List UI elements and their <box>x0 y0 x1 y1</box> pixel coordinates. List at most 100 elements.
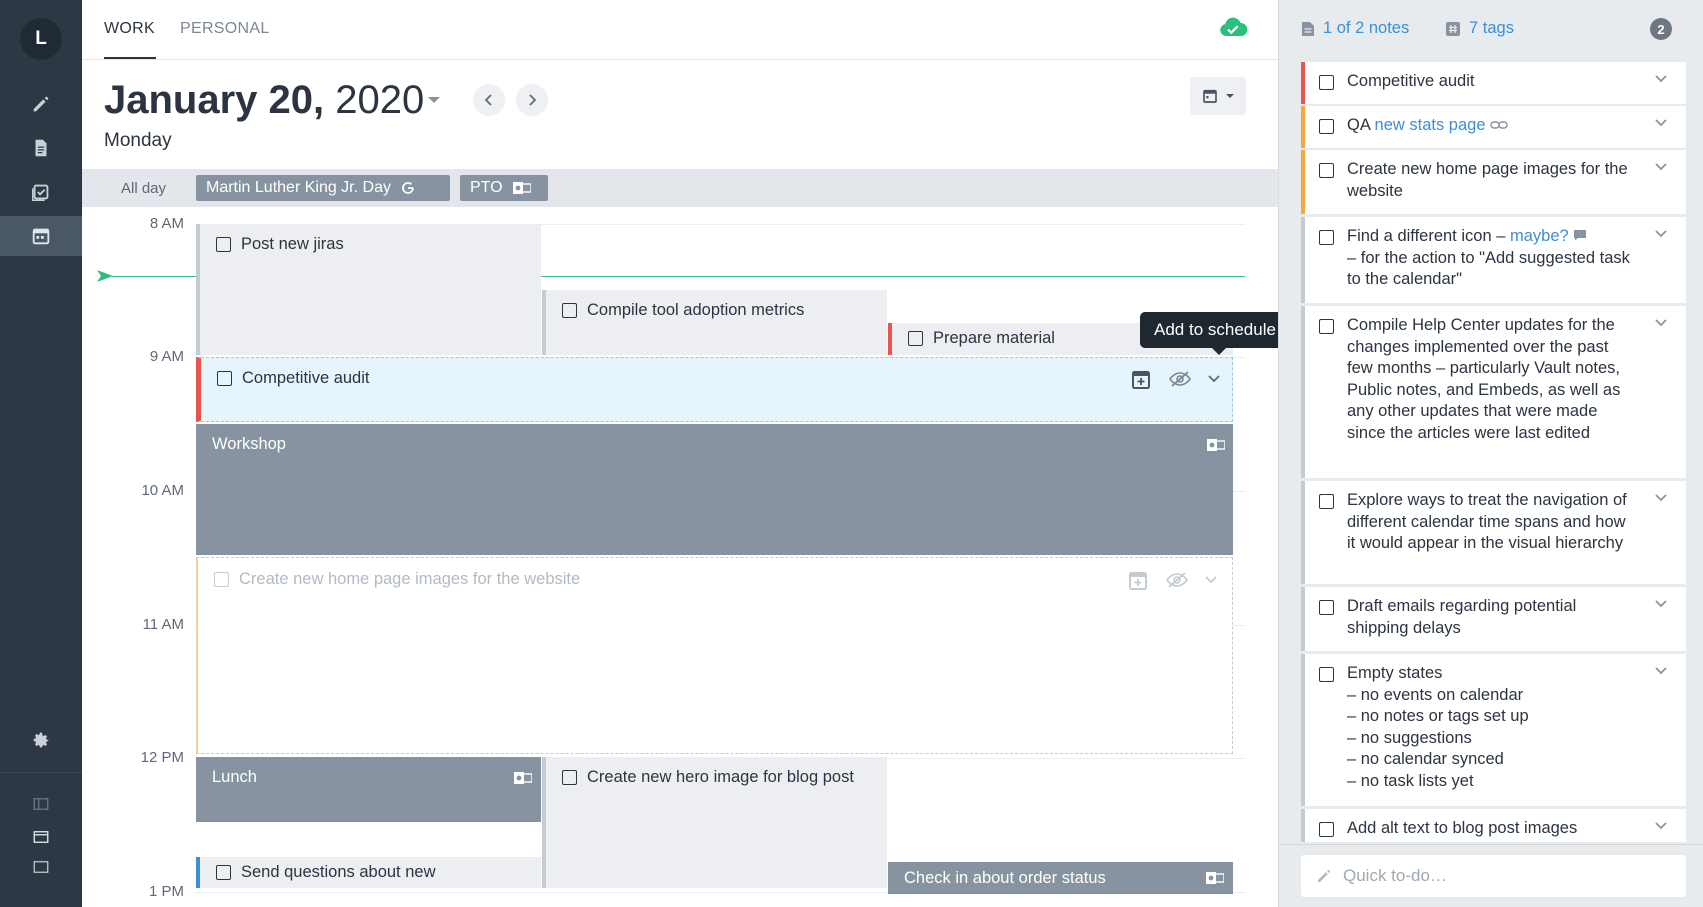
notes-nav-button[interactable] <box>0 128 82 168</box>
tasks-nav-button[interactable] <box>0 172 82 212</box>
add-to-schedule-icon[interactable] <box>1128 569 1148 591</box>
todo-inline-link[interactable]: new stats page <box>1375 116 1486 134</box>
chevron-left-icon <box>484 94 492 106</box>
tab-bar: WORK PERSONAL <box>82 0 1278 60</box>
comment-icon <box>1574 230 1587 241</box>
todo-item[interactable]: Competitive audit <box>1301 62 1686 104</box>
task-event-hero-image[interactable]: Create new hero image for blog post <box>542 757 887 888</box>
task-event-compile-tool[interactable]: Compile tool adoption metrics <box>542 290 887 355</box>
todo-checkbox[interactable] <box>1319 119 1334 134</box>
calendar-event-lunch[interactable]: Lunch <box>196 757 541 822</box>
chevron-down-icon[interactable] <box>1654 229 1668 239</box>
todo-checkbox[interactable] <box>1319 75 1334 90</box>
task-event-post-jiras[interactable]: Post new jiras <box>196 224 541 355</box>
todo-line: – no calendar synced <box>1347 750 1504 768</box>
outlook-icon <box>512 182 531 194</box>
outlook-icon <box>1207 439 1225 451</box>
task-event-send-questions[interactable]: Send questions about new <box>196 857 541 888</box>
todo-checkbox[interactable] <box>1319 494 1334 509</box>
rail-divider <box>0 772 82 773</box>
todo-checkbox[interactable] <box>1319 319 1334 334</box>
task-title: Post new jiras <box>241 235 344 253</box>
event-title: Workshop <box>212 435 286 453</box>
calendar-nav-button[interactable] <box>0 216 82 256</box>
caret-down-icon[interactable] <box>427 95 441 105</box>
chevron-down-icon[interactable] <box>1654 599 1668 609</box>
todo-item[interactable]: Add alt text to blog post images <box>1301 809 1686 842</box>
all-day-event-title: Martin Luther King Jr. Day <box>206 179 391 196</box>
chevron-down-icon[interactable] <box>1204 575 1218 585</box>
date-month-day: January 20, <box>104 78 325 122</box>
todo-checkbox[interactable] <box>1319 163 1334 178</box>
avatar[interactable]: L <box>20 18 62 60</box>
all-day-event-pto[interactable]: PTO <box>460 175 548 201</box>
notes-link-label: 1 of 2 notes <box>1323 19 1410 37</box>
todo-item[interactable]: Create new home page images for the webs… <box>1301 150 1686 214</box>
task-event-competitive-audit[interactable]: Competitive audit <box>196 357 1233 422</box>
checklist-icon <box>32 184 49 201</box>
chevron-right-icon <box>529 94 537 106</box>
next-day-button[interactable] <box>516 84 548 116</box>
chevron-down-icon[interactable] <box>1654 118 1668 128</box>
task-checkbox[interactable] <box>562 770 577 785</box>
todo-inline-link[interactable]: maybe? <box>1510 227 1569 245</box>
chevron-down-icon[interactable] <box>1207 374 1221 384</box>
chevron-down-icon[interactable] <box>1654 493 1668 503</box>
panel-header: 1 of 2 notes 7 tags 2 <box>1279 0 1703 58</box>
todo-item[interactable]: Find a different icon – maybe? – for the… <box>1301 217 1686 303</box>
task-checkbox[interactable] <box>216 865 231 880</box>
todo-text: Empty states – no events on calendar – n… <box>1347 663 1637 792</box>
suggested-task-home-page-images[interactable]: Create new home page images for the webs… <box>196 557 1233 754</box>
todo-line: – no notes or tags set up <box>1347 707 1529 725</box>
todo-item[interactable]: Empty states – no events on calendar – n… <box>1301 654 1686 806</box>
tab-personal[interactable]: PERSONAL <box>180 20 270 38</box>
task-checkbox[interactable] <box>562 303 577 318</box>
tab-work[interactable]: WORK <box>104 20 155 38</box>
task-checkbox[interactable] <box>217 371 232 386</box>
outlook-icon <box>514 772 532 784</box>
chevron-down-icon[interactable] <box>1654 74 1668 84</box>
calendar-event-workshop[interactable]: Workshop <box>196 424 1233 555</box>
todo-checkbox[interactable] <box>1319 822 1334 837</box>
layout-split-button[interactable] <box>0 788 82 820</box>
pencil-icon <box>33 96 49 112</box>
todo-item[interactable]: QA new stats page <box>1301 106 1686 148</box>
chevron-down-icon[interactable] <box>1654 666 1668 676</box>
todo-item[interactable]: Compile Help Center updates for the chan… <box>1301 306 1686 478</box>
chevron-down-icon[interactable] <box>1654 162 1668 172</box>
todo-item[interactable]: Explore ways to treat the navigation of … <box>1301 481 1686 584</box>
task-title: Create new home page images for the webs… <box>239 570 581 588</box>
date-year: 2020 <box>335 78 425 122</box>
todo-item[interactable]: Draft emails regarding potential shippin… <box>1301 587 1686 651</box>
layout-single-icon <box>33 861 49 873</box>
layout-single-button[interactable] <box>0 851 82 883</box>
layout-sidebar-button[interactable] <box>0 821 82 853</box>
compose-button[interactable] <box>0 84 82 124</box>
todo-checkbox[interactable] <box>1319 667 1334 682</box>
link-icon <box>1490 121 1508 129</box>
hide-eye-icon[interactable] <box>1166 571 1188 589</box>
todo-checkbox[interactable] <box>1319 600 1334 615</box>
chevron-down-icon[interactable] <box>1654 318 1668 328</box>
hide-eye-icon[interactable] <box>1169 370 1191 388</box>
todo-checkbox[interactable] <box>1319 230 1334 245</box>
settings-button[interactable] <box>0 720 82 760</box>
quick-todo-input[interactable]: Quick to-do… <box>1301 855 1686 897</box>
task-checkbox[interactable] <box>214 572 229 587</box>
outlook-icon <box>1206 872 1224 884</box>
calendar-event-check-in[interactable]: Check in about order status <box>888 862 1233 894</box>
todo-text: Add alt text to blog post images <box>1347 819 1578 837</box>
date-title[interactable]: January 20, 2020 <box>104 78 424 123</box>
calendar-picker-button[interactable] <box>1190 77 1246 115</box>
add-to-schedule-tooltip: Add to schedule <box>1140 312 1290 355</box>
notes-link[interactable]: 1 of 2 notes <box>1301 19 1409 38</box>
task-checkbox[interactable] <box>216 237 231 252</box>
hashtag-icon <box>1446 21 1460 36</box>
add-to-schedule-icon[interactable] <box>1131 368 1151 390</box>
all-day-event-mlk[interactable]: Martin Luther King Jr. Day <box>196 175 450 201</box>
task-checkbox[interactable] <box>908 331 923 346</box>
weekday-label: Monday <box>104 130 172 151</box>
tags-link[interactable]: 7 tags <box>1445 19 1514 38</box>
chevron-down-icon[interactable] <box>1654 821 1668 831</box>
prev-day-button[interactable] <box>473 84 505 116</box>
